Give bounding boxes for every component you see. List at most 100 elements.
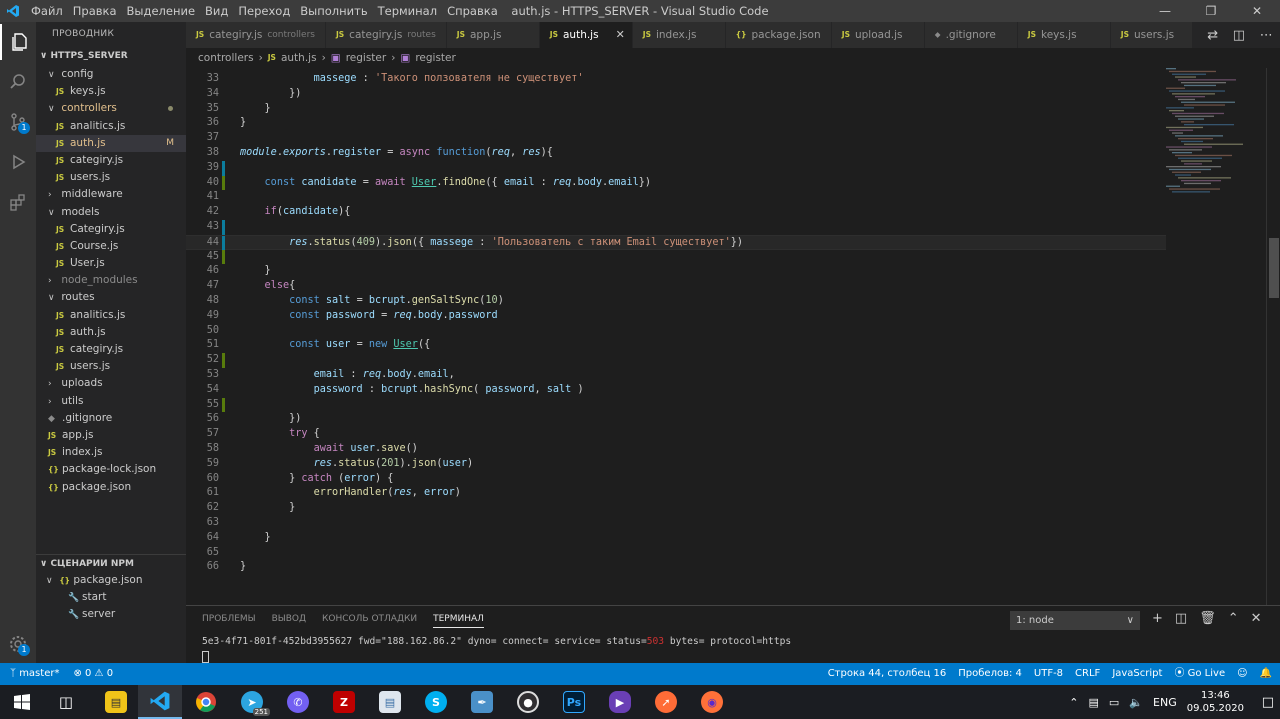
encoding[interactable]: UTF-8 [1034,663,1063,685]
paint-icon[interactable]: ✒ [460,685,504,719]
tree-file-r-auth[interactable]: JS auth.js [36,324,186,341]
code-editor[interactable]: 33 massege : 'Такого ползователя не суще… [186,68,1280,605]
clock[interactable]: 13:46 09.05.2020 [1187,689,1244,715]
tab-categiry-controllers[interactable]: JS categiry.js controllers [186,22,326,48]
tree-file-package-lock[interactable]: {} package-lock.json [36,461,186,478]
npm-script-server[interactable]: 🔧 server [36,606,186,623]
volume-icon[interactable]: 🔈 [1129,696,1143,709]
breadcrumb-file[interactable]: auth.js [281,48,317,68]
minimize-icon[interactable]: — [1142,0,1188,22]
postman-icon[interactable]: ➚ [644,685,688,719]
code-line[interactable]: 36} [186,116,1166,131]
tree-folder-config[interactable]: ∨ config [36,66,186,83]
code-line[interactable]: 45 [186,249,1166,265]
code-line[interactable]: 41 [186,190,1166,205]
code-line[interactable]: 37 [186,131,1166,146]
code-line[interactable]: 44 res.status(409).json({ massege : 'Пол… [186,234,1166,251]
branch-indicator[interactable]: ᛉ master* [10,663,59,685]
close-icon[interactable]: ✕ [1234,0,1280,22]
tab-output[interactable]: ВЫВОД [272,614,306,628]
chevron-up-icon[interactable]: ⌃ [1228,611,1239,626]
code-line[interactable]: 42 if(candidate){ [186,205,1166,220]
tree-file-c-users[interactable]: JS users.js [36,169,186,186]
viber-icon[interactable]: ✆ [276,685,320,719]
notepad-icon[interactable]: ▤ [368,685,412,719]
language-mode[interactable]: JavaScript [1112,663,1162,685]
code-line[interactable]: 59 res.status(201).json(user) [186,457,1166,472]
photoshop-icon[interactable]: Ps [552,685,596,719]
menu-edit[interactable]: Правка [68,0,122,22]
media-player-icon[interactable]: ▶ [598,685,642,719]
terminal-select[interactable]: 1: node ∨ [1010,611,1140,630]
tab-keys[interactable]: JS keys.js [1017,22,1111,48]
split-terminal-icon[interactable]: ◫ [1175,611,1187,626]
code-line[interactable]: 35 } [186,102,1166,117]
notifications-icon[interactable]: □ [1262,685,1274,719]
npm-script-start[interactable]: 🔧 start [36,589,186,606]
tab-problems[interactable]: ПРОБЛЕМЫ [202,614,256,628]
breadcrumb-folder[interactable]: controllers [198,48,254,68]
language-indicator[interactable]: ENG [1153,696,1177,709]
tree-file-index[interactable]: JS index.js [36,444,186,461]
tree-file-keys[interactable]: JS keys.js [36,83,186,100]
tab-categiry-routes[interactable]: JS categiry.js routes [325,22,447,48]
menu-view[interactable]: Вид [200,0,233,22]
code-line[interactable]: 66} [186,560,1166,575]
close-icon[interactable]: ✕ [616,22,625,48]
restore-icon[interactable]: ❐ [1188,0,1234,22]
tree-file-m-categiry[interactable]: JS Categiry.js [36,221,186,238]
tab-upload[interactable]: JS upload.js [831,22,925,48]
file-explorer-icon[interactable]: ▤ [94,685,138,719]
task-view-icon[interactable]: ◫ [44,685,88,719]
npm-scripts-header[interactable]: ∨ СЦЕНАРИИ NPM [36,554,134,574]
tree-folder-models[interactable]: ∨ models [36,204,186,221]
menu-go[interactable]: Переход [233,0,295,22]
tree-folder-routes[interactable]: ∨ routes [36,289,186,306]
code-line[interactable]: 51 const user = new User({ [186,338,1166,353]
breadcrumb-symbol[interactable]: register [346,48,387,68]
npm-package-json[interactable]: ∨ {} package.json [36,572,186,589]
tree-file-gitignore[interactable]: ◆ .gitignore [36,410,186,427]
source-control-icon[interactable]: 1 [0,104,36,140]
code-line[interactable]: 60 } catch (error) { [186,472,1166,487]
explorer-icon[interactable] [0,24,36,60]
tree-folder-middleware[interactable]: › middleware [36,186,186,203]
tab-gitignore[interactable]: ◆ .gitignore [924,22,1018,48]
code-line[interactable]: 62 } [186,501,1166,516]
tree-file-m-course[interactable]: JS Course.js [36,238,186,255]
trash-icon[interactable]: 🗑 [1199,611,1216,626]
obs-icon[interactable]: ● [506,685,550,719]
code-line[interactable]: 50 [186,324,1166,339]
code-line[interactable]: 65 [186,546,1166,561]
tree-folder-node-modules[interactable]: › node_modules [36,272,186,289]
tree-file-c-analitics[interactable]: JS analitics.js [36,118,186,135]
extensions-icon[interactable] [0,184,36,220]
code-line[interactable]: 33 massege : 'Такого ползователя не суще… [186,72,1166,87]
scrollbar-thumb[interactable] [1269,238,1279,298]
tree-file-c-categiry[interactable]: JS categiry.js [36,152,186,169]
tree-file-r-users[interactable]: JS users.js [36,358,186,375]
code-line[interactable]: 57 try { [186,427,1166,442]
compare-icon[interactable]: ⇄ [1207,28,1218,43]
code-line[interactable]: 64 } [186,531,1166,546]
skype-icon[interactable]: S [414,685,458,719]
tree-folder-controllers[interactable]: ∨ controllers [36,100,186,117]
vscode-taskbar-icon[interactable] [138,685,182,719]
menu-terminal[interactable]: Терминал [373,0,442,22]
code-line[interactable]: 47 else{ [186,279,1166,294]
tab-app[interactable]: JS app.js [446,22,540,48]
tree-file-m-user[interactable]: JS User.js [36,255,186,272]
breadcrumb-symbol[interactable]: register [415,48,456,68]
minimap[interactable] [1166,68,1266,208]
more-actions-icon[interactable]: ⋯ [1260,28,1273,43]
chrome-icon[interactable] [184,685,228,719]
editor-scrollbar[interactable] [1266,68,1280,605]
tree-file-r-analitics[interactable]: JS analitics.js [36,307,186,324]
tree-file-package[interactable]: {} package.json [36,479,186,496]
chevron-up-icon[interactable]: ⌃ [1069,696,1078,709]
cursor-position[interactable]: Строка 44, столбец 16 [828,663,947,685]
code-line[interactable]: 56 }) [186,412,1166,427]
code-line[interactable]: 53 email : req.body.email, [186,368,1166,383]
search-icon[interactable] [0,64,36,100]
code-line[interactable]: 38 module.exports.register = async functi… [186,146,1166,161]
